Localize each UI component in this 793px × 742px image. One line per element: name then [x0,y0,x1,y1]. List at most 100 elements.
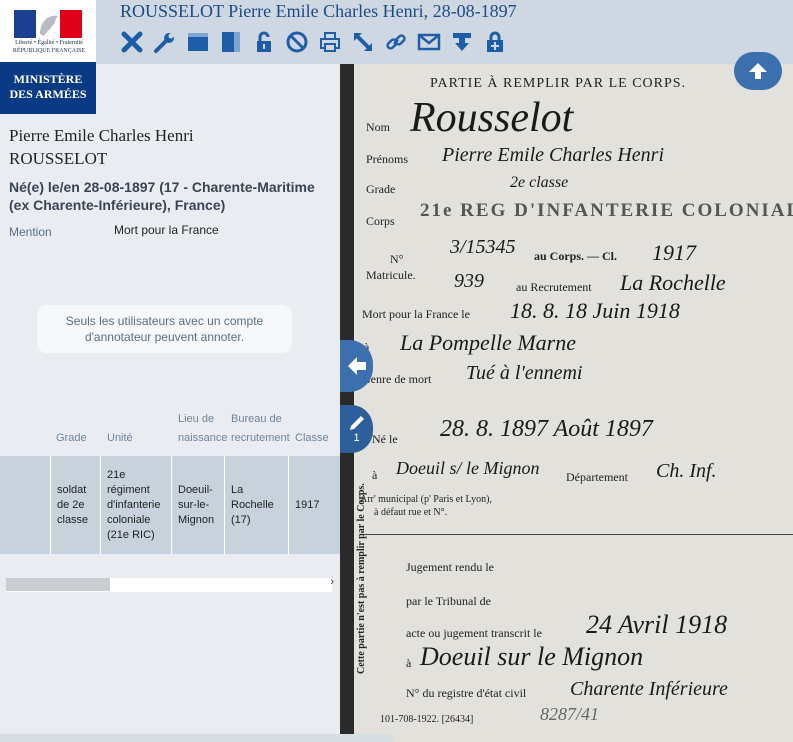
ministry-label: MINISTÈRE DES ARMÉES [0,62,96,114]
scroll-right-icon[interactable]: › [330,576,334,588]
download-icon [453,33,471,51]
doc-jugement-label: Jugement rendu le [406,560,494,574]
scroll-up-button[interactable] [734,52,782,90]
doc-transcrit-value: 24 Avril 1918 [586,610,728,639]
doc-au-recrutement: au Recrutement [516,280,592,294]
table-row[interactable]: soldat de 2e classe 21e régiment d'infan… [0,456,340,554]
close-icon [121,31,143,53]
column-header-classe: Classe [295,432,329,444]
settings-button[interactable] [153,29,177,55]
arrow-up-icon [749,63,767,79]
doc-grade-value: 2e classe [510,174,569,191]
table-cell-unite: 21e régiment d'infanterie coloniale (21e… [101,456,172,554]
doc-transcrit-lieu-value: Doeuil sur le Mignon [420,642,644,671]
table-cell-grade: soldat de 2e classe [51,456,101,554]
lock-plus-icon [487,31,503,52]
doc-matricule-label: Matricule. [366,268,416,282]
mention-label: Mention [9,225,52,239]
doc-side-note: Cette partie n'est pas à remplir par le … [356,483,367,674]
doc-genre-value: Tué à l'ennemi [466,362,583,384]
column-header-bureau: Bureau de recrutement [231,413,290,444]
doc-footer-hand: 8287/41 [540,704,600,724]
doc-classe-value: 1917 [652,240,696,265]
expand-icon [353,32,373,52]
close-button[interactable] [120,29,144,55]
ministry-line1: MINISTÈRE [13,72,83,86]
table-cell-lieu: Doeuil-sur-le-Mignon [172,456,225,554]
table-cell-blank [0,456,51,554]
doc-registre-label: N° du registre d'état civil [406,686,527,700]
doc-registre-value: Charente Inférieure [570,678,728,700]
mention-value: Mort pour la France [114,223,219,237]
doc-tribunal-label: par le Tribunal de [406,594,491,608]
doc-divider [360,534,793,535]
doc-genre-label: Genre de mort [362,372,432,386]
doc-corps-value: 21e REG D'INFANTERIE COLONIALE [420,200,793,221]
horizontal-layout-icon [188,33,208,51]
doc-no-corps-value: 3/15345 [450,236,516,258]
table-header: Grade Unité Lieu de naissance Bureau de … [0,410,340,454]
lock-add-button[interactable] [483,29,507,55]
doc-ne-value: 28. 8. 1897 Août 1897 [440,416,653,442]
doc-arr-label: Arr' municipal (p' Paris et Lyon), [360,494,492,505]
doc-prenoms-value: Pierre Emile Charles Henri [442,144,665,166]
block-button[interactable] [285,29,309,55]
doc-departement-value: Ch. Inf. [656,460,717,482]
doc-no-label: N° [390,252,404,266]
email-button[interactable] [417,29,441,55]
doc-header: PARTIE À REMPLIR PAR LE CORPS. [430,76,687,91]
doc-transcrit-label: acte ou jugement transcrit le [406,626,542,640]
table-cell-classe: 1917 [295,498,320,511]
vertical-layout-button[interactable] [219,29,243,55]
link-button[interactable] [384,29,408,55]
birth-info: Né(e) le/en 28-08-1897 (17 - Charente-Ma… [9,179,315,213]
vertical-layout-icon [222,32,240,52]
pencil-icon [349,416,364,430]
block-icon [286,31,308,53]
doc-ne-label: Né le [372,432,398,446]
logo: Liberté • Égalité • Fraternité RÉPUBLIQU… [0,0,96,114]
doc-recrutement-value: La Rochelle [620,270,726,295]
arrow-left-icon [347,357,366,375]
horizontal-scrollbar[interactable]: › [6,576,334,592]
annotation-count: 1 [353,432,360,444]
scrollbar-thumb[interactable] [6,578,110,591]
republic-label: RÉPUBLIQUE FRANÇAISE [12,48,86,54]
column-header-grade: Grade [56,432,87,444]
person-last-name: ROUSSELOT [9,149,108,168]
print-icon [320,32,340,52]
download-button[interactable] [450,29,474,55]
doc-nom-value: Rousselot [410,95,574,141]
horizontal-layout-button[interactable] [186,29,210,55]
print-button[interactable] [318,29,342,55]
doc-arr-label2: à défaut rue et N°. [374,507,448,518]
doc-footer: 101-708-1922. [26434] [380,714,474,725]
record-table: Grade Unité Lieu de naissance Bureau de … [0,410,340,554]
doc-departement-label: Département [566,470,628,484]
unlock-icon [257,31,271,52]
table-cell-bureau: La Rochelle (17) [225,456,289,554]
doc-ne-a-label: à [372,468,378,482]
top-bar: ROUSSELOT Pierre Emile Charles Henri, 28… [0,0,793,64]
toolbar [120,29,507,57]
fullscreen-button[interactable] [351,29,375,55]
marianne-flag-icon [14,10,82,38]
doc-ne-lieu-value: Doeuil s/ le Mignon [396,458,540,478]
ministry-line2: DES ARMÉES [9,87,87,101]
doc-matricule-value: 939 [454,270,484,292]
doc-au-corps: au Corps. — Cl. [534,249,618,263]
republic-motto: Liberté • Égalité • Fraternité RÉPUBLIQU… [8,39,90,55]
document-viewer[interactable]: PARTIE À REMPLIR PAR LE CORPS. Nom Rouss… [340,64,793,742]
email-icon [417,33,441,51]
doc-mort-value: 18. 8. 18 Juin 1918 [510,298,680,323]
record-panel: Pierre Emile Charles Henri ROUSSELOT Né(… [0,64,340,742]
column-header-unite: Unité [107,432,133,444]
doc-corps-label: Corps [366,214,395,228]
doc-lieu-mort-value: La Pompelle Marne [400,330,576,355]
link-icon [386,34,406,50]
column-header-lieu: Lieu de naissance [178,413,228,444]
unlock-button[interactable] [252,29,276,55]
person-first-names: Pierre Emile Charles Henri [9,126,194,145]
annotator-notice: Seuls les utilisateurs avec un compte d'… [37,305,292,353]
doc-nom-label: Nom [366,120,390,134]
